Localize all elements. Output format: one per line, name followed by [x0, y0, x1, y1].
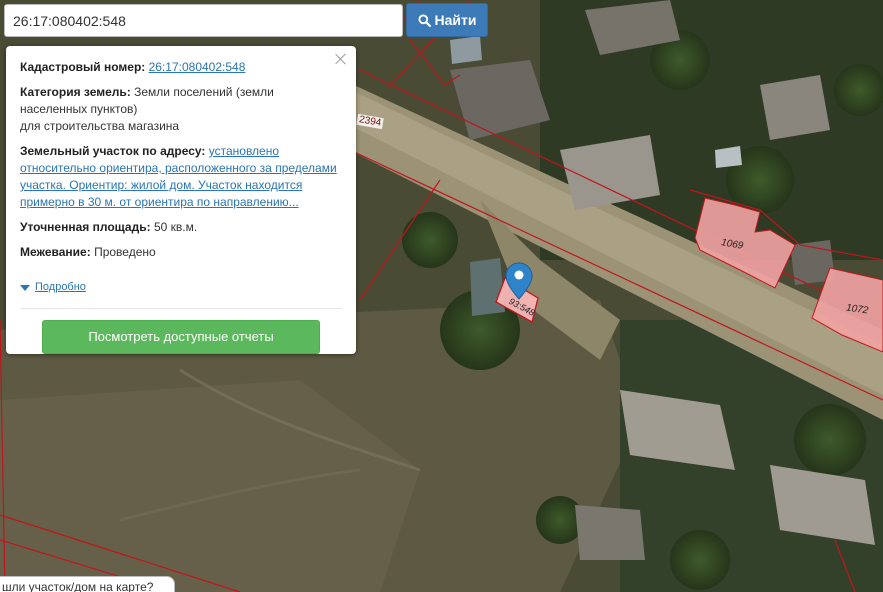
details-link-label: Подробно: [35, 281, 86, 293]
address-link-2[interactable]: относительно ориентира, расположенного з…: [20, 161, 337, 175]
search-button[interactable]: Найти: [406, 3, 488, 37]
popup-divider: [20, 308, 342, 309]
cadastral-search-input[interactable]: [4, 4, 403, 37]
parcel-info-popup: Кадастровый номер: 26:17:080402:548 Кате…: [6, 46, 356, 354]
land-category-value-3: для строительства магазина: [20, 119, 180, 133]
view-reports-button[interactable]: Посмотреть доступные отчеты: [42, 320, 320, 354]
bottom-hint-tab[interactable]: шли участок/дом на карте?: [0, 576, 175, 592]
map-pin-icon[interactable]: [505, 262, 533, 300]
address-link-1[interactable]: установлено: [209, 144, 279, 158]
cadastral-number-label: Кадастровый номер:: [20, 60, 146, 74]
land-category-value-1: Земли поселений (земли: [134, 85, 274, 99]
area-row: Уточненная площадь: 50 кв.м.: [20, 219, 342, 236]
search-button-label: Найти: [434, 12, 477, 28]
close-icon[interactable]: [334, 52, 348, 66]
details-link[interactable]: Подробно: [20, 279, 86, 296]
area-label: Уточненная площадь:: [20, 220, 151, 234]
address-label: Земельный участок по адресу:: [20, 144, 206, 158]
area-value: 50 кв.м.: [153, 220, 198, 234]
address-row: Земельный участок по адресу: установлено…: [20, 143, 342, 211]
land-category-value-2: населенных пунктов): [20, 102, 138, 116]
chevron-down-icon: [20, 284, 30, 291]
cadastral-number-row: Кадастровый номер: 26:17:080402:548: [20, 59, 342, 76]
land-category-label: Категория земель:: [20, 85, 131, 99]
survey-label: Межевание:: [20, 245, 91, 259]
land-category-row: Категория земель: Земли поселений (земли…: [20, 84, 342, 135]
survey-value: Проведено: [94, 245, 156, 259]
address-link-4[interactable]: примерно в 30 м. от ориентира по направл…: [20, 195, 299, 209]
cadastral-number-link[interactable]: 26:17:080402:548: [149, 60, 246, 74]
survey-row: Межевание: Проведено: [20, 244, 342, 261]
address-link-3[interactable]: участка. Ориентир: жилой дом. Участок на…: [20, 178, 302, 192]
search-icon: [417, 13, 431, 27]
